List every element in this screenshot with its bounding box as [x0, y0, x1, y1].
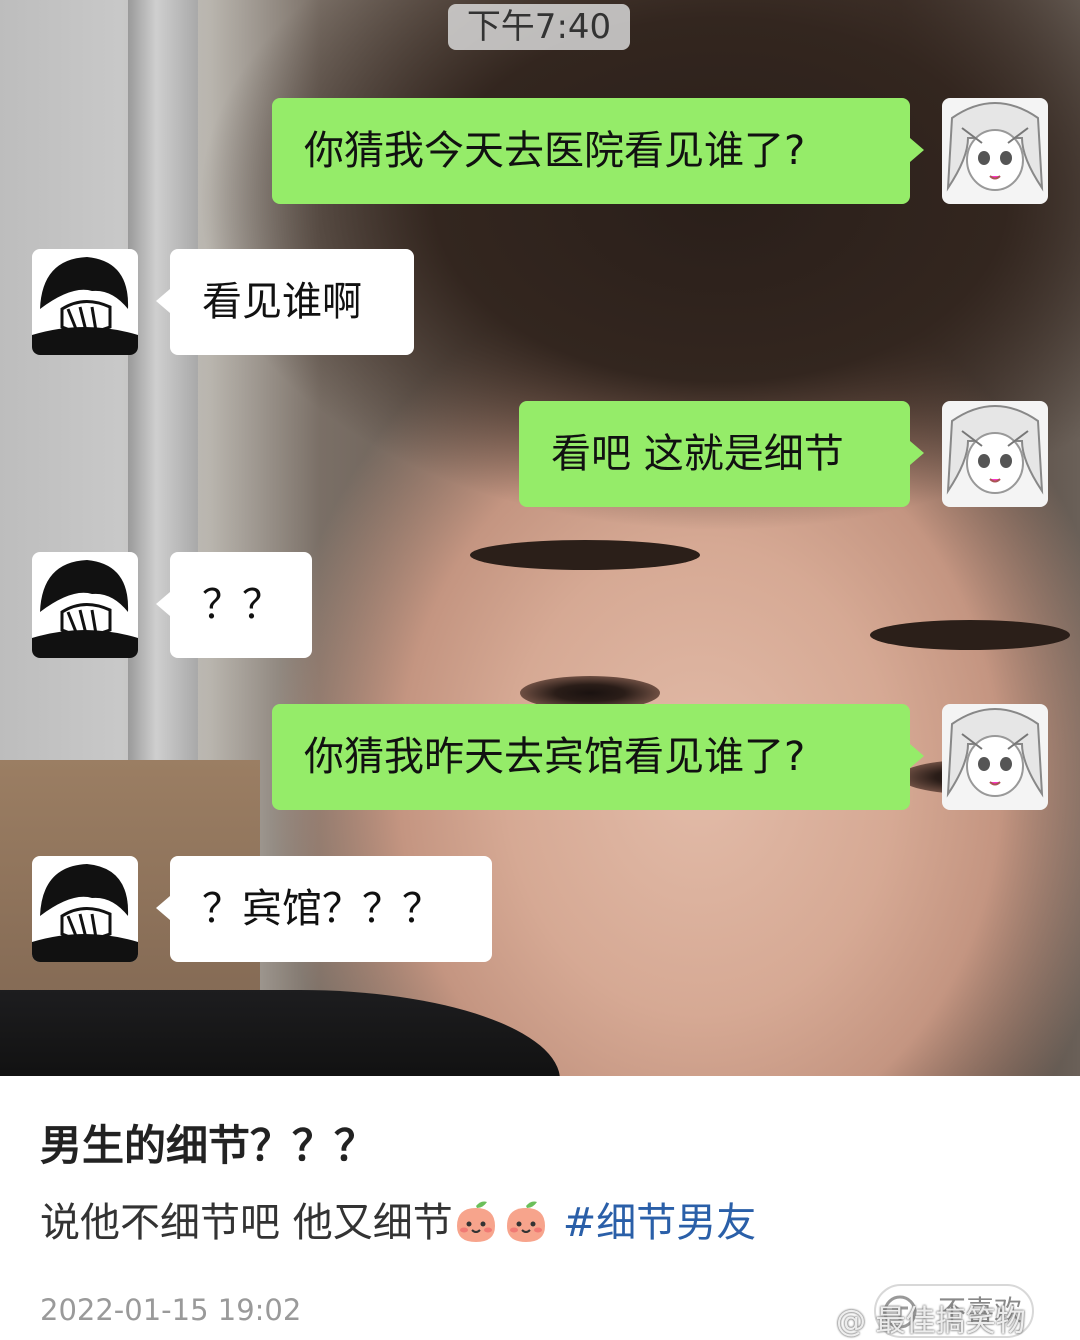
dark-hair-boy-avatar-icon — [32, 856, 138, 962]
dark-hair-boy-avatar-icon — [32, 249, 138, 355]
my-avatar[interactable] — [942, 401, 1048, 507]
message-bubble-received[interactable]: 看见谁啊 — [156, 249, 414, 355]
post-body: 说他不细节吧 他又细节 #细节男友 — [40, 1190, 756, 1248]
right-eyebrow — [870, 620, 1070, 650]
peach-emoji-icon — [456, 1201, 495, 1242]
post-date: 2022-01-15 19:02 — [40, 1293, 302, 1327]
anime-girl-avatar-icon — [942, 98, 1048, 204]
shirt — [0, 990, 560, 1076]
dark-hair-boy-avatar-icon — [32, 552, 138, 658]
post-title: 男生的细节？？？ — [40, 1121, 377, 1170]
friend-avatar[interactable] — [32, 856, 138, 962]
left-eyebrow — [470, 540, 700, 570]
message-bubble-received[interactable]: ？？ — [156, 552, 312, 658]
anime-girl-avatar-icon — [942, 401, 1048, 507]
watermark: @ 最佳搞笑物 — [836, 1304, 1026, 1339]
door-edge — [128, 0, 198, 830]
hashtag-link[interactable]: #细节男友 — [563, 1200, 757, 1246]
peach-emoji-icon — [506, 1201, 545, 1242]
message-bubble-sent[interactable]: 看吧 这就是细节 — [519, 401, 924, 507]
friend-avatar[interactable] — [32, 552, 138, 658]
my-avatar[interactable] — [942, 98, 1048, 204]
friend-avatar[interactable] — [32, 249, 138, 355]
my-avatar[interactable] — [942, 704, 1048, 810]
anime-girl-avatar-icon — [942, 704, 1048, 810]
message-bubble-sent[interactable]: 你猜我昨天去宾馆看见谁了? — [272, 704, 924, 810]
message-bubble-sent[interactable]: 你猜我今天去医院看见谁了? — [272, 98, 924, 204]
chat-timestamp: 下午7:40 — [448, 4, 630, 50]
post-body-text: 说他不细节吧 他又细节 — [40, 1200, 453, 1246]
message-bubble-received[interactable]: ？宾馆？？？ — [156, 856, 492, 962]
